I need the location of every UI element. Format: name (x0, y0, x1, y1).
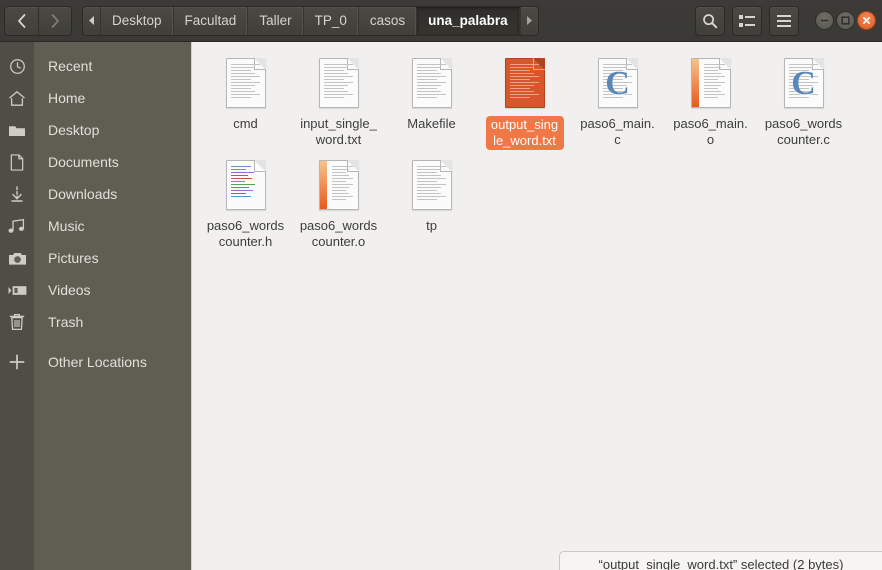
sidebar-item-videos[interactable]: Videos (0, 274, 192, 306)
close-button[interactable] (857, 11, 876, 30)
close-icon (863, 17, 870, 24)
file-item[interactable]: Makefile (385, 48, 478, 150)
file-manager-window: Desktop Facultad Taller TP_0 casos una_p… (0, 0, 882, 570)
sidebar-item-label: Music (48, 218, 85, 234)
object-file-icon (315, 156, 363, 214)
breadcrumb-item-una-palabra[interactable]: una_palabra (417, 6, 520, 35)
sidebar-item-trash[interactable]: Trash (0, 306, 192, 338)
sidebar-item-label: Trash (48, 314, 84, 330)
object-file-icon (687, 54, 735, 112)
sidebar-item-documents[interactable]: Documents (0, 146, 192, 178)
search-button[interactable] (695, 5, 725, 36)
sidebar-item-desktop[interactable]: Desktop (0, 114, 192, 146)
sidebar-item-label: Desktop (48, 122, 100, 138)
view-options-button[interactable] (732, 5, 762, 36)
sidebar-item-label: Videos (48, 282, 91, 298)
minimize-icon (820, 19, 829, 22)
file-label: cmd (233, 116, 258, 131)
file-label: tp (426, 218, 437, 233)
sidebar-item-home[interactable]: Home (0, 82, 192, 114)
window-controls (813, 11, 876, 30)
file-item[interactable]: input_single_word.txt (292, 48, 385, 150)
status-text: “output_single_word.txt” selected (2 byt… (598, 557, 844, 570)
status-bar: “output_single_word.txt” selected (2 byt… (559, 551, 882, 570)
breadcrumb: Desktop Facultad Taller TP_0 casos una_p… (82, 5, 539, 36)
chevron-left-icon (88, 16, 94, 25)
breadcrumb-item-desktop[interactable]: Desktop (101, 6, 174, 35)
sidebar-item-label: Documents (48, 154, 119, 170)
header-file-icon (222, 156, 270, 214)
forward-arrow-icon (51, 13, 59, 28)
camera-icon (0, 242, 34, 274)
header-bar: Desktop Facultad Taller TP_0 casos una_p… (0, 0, 882, 42)
chevron-right-icon (527, 16, 533, 25)
breadcrumb-item-casos[interactable]: casos (359, 6, 418, 35)
file-item[interactable]: C paso6_main.c (571, 48, 664, 150)
c-source-file-icon: C (780, 54, 828, 112)
hamburger-icon (777, 14, 791, 27)
sidebar-item-label: Other Locations (48, 354, 147, 370)
text-file-icon-selected (501, 54, 549, 112)
download-arrow-icon (0, 178, 34, 210)
header-right-group (688, 5, 882, 36)
video-camera-icon (0, 274, 34, 306)
c-source-file-icon: C (594, 54, 642, 112)
file-item[interactable]: C paso6_wordscounter.c (757, 48, 850, 150)
sidebar-item-downloads[interactable]: Downloads (0, 178, 192, 210)
breadcrumb-scroll-right-button[interactable] (519, 6, 538, 35)
minimize-button[interactable] (815, 11, 834, 30)
file-item[interactable]: paso6_wordscounter.h (199, 150, 292, 250)
forward-button[interactable] (38, 6, 71, 35)
search-icon (703, 13, 718, 28)
sidebar-item-other-locations[interactable]: Other Locations (0, 346, 192, 378)
file-label: paso6_wordscounter.o (299, 218, 378, 249)
clock-icon (0, 50, 34, 82)
sidebar-item-label: Home (48, 90, 86, 106)
sidebar-item-label: Downloads (48, 186, 118, 202)
file-item-selected[interactable]: output_single_word.txt (478, 48, 571, 150)
breadcrumb-item-tp0[interactable]: TP_0 (304, 6, 359, 35)
file-label: paso6_wordscounter.c (764, 116, 843, 147)
sidebar-item-recent[interactable]: Recent (0, 50, 192, 82)
file-grid: cmd input_single_word.txt Makefile outpu… (193, 42, 882, 250)
menu-button[interactable] (769, 5, 799, 36)
breadcrumb-item-facultad[interactable]: Facultad (174, 6, 249, 35)
file-item[interactable]: tp (385, 150, 478, 250)
file-item[interactable]: cmd (199, 48, 292, 150)
music-note-icon (0, 210, 34, 242)
file-label: paso6_wordscounter.h (206, 218, 285, 249)
text-file-icon (408, 156, 456, 214)
file-item[interactable]: paso6_wordscounter.o (292, 150, 385, 250)
sidebar: Recent Home Desktop Documents Downloads … (0, 42, 192, 570)
file-label: paso6_main.o (673, 116, 748, 147)
file-label: output_single_word.txt (485, 116, 564, 150)
file-label: Makefile (407, 116, 456, 131)
sidebar-list: Recent Home Desktop Documents Downloads … (0, 50, 192, 378)
breadcrumb-item-taller[interactable]: Taller (248, 6, 304, 35)
text-file-icon (222, 54, 270, 112)
sidebar-item-pictures[interactable]: Pictures (0, 242, 192, 274)
sidebar-item-label: Pictures (48, 250, 99, 266)
home-icon (0, 82, 34, 114)
file-item[interactable]: paso6_main.o (664, 48, 757, 150)
sidebar-item-label: Recent (48, 58, 93, 74)
text-file-icon (408, 54, 456, 112)
plus-icon (0, 346, 34, 378)
sidebar-item-music[interactable]: Music (0, 210, 192, 242)
trash-icon (0, 306, 34, 338)
file-view[interactable]: cmd input_single_word.txt Makefile outpu… (193, 42, 882, 570)
text-file-icon (315, 54, 363, 112)
folder-icon (0, 114, 34, 146)
file-label: paso6_main.c (580, 116, 655, 147)
navigation-buttons (4, 5, 72, 36)
back-button[interactable] (5, 7, 38, 35)
back-arrow-icon (18, 13, 26, 28)
list-view-icon (739, 14, 755, 27)
document-icon (0, 146, 34, 178)
maximize-icon (841, 16, 850, 25)
file-label: input_single_word.txt (300, 116, 377, 147)
breadcrumb-scroll-left-button[interactable] (83, 6, 101, 35)
header-left-group: Desktop Facultad Taller TP_0 casos una_p… (0, 5, 539, 36)
maximize-button[interactable] (836, 11, 855, 30)
